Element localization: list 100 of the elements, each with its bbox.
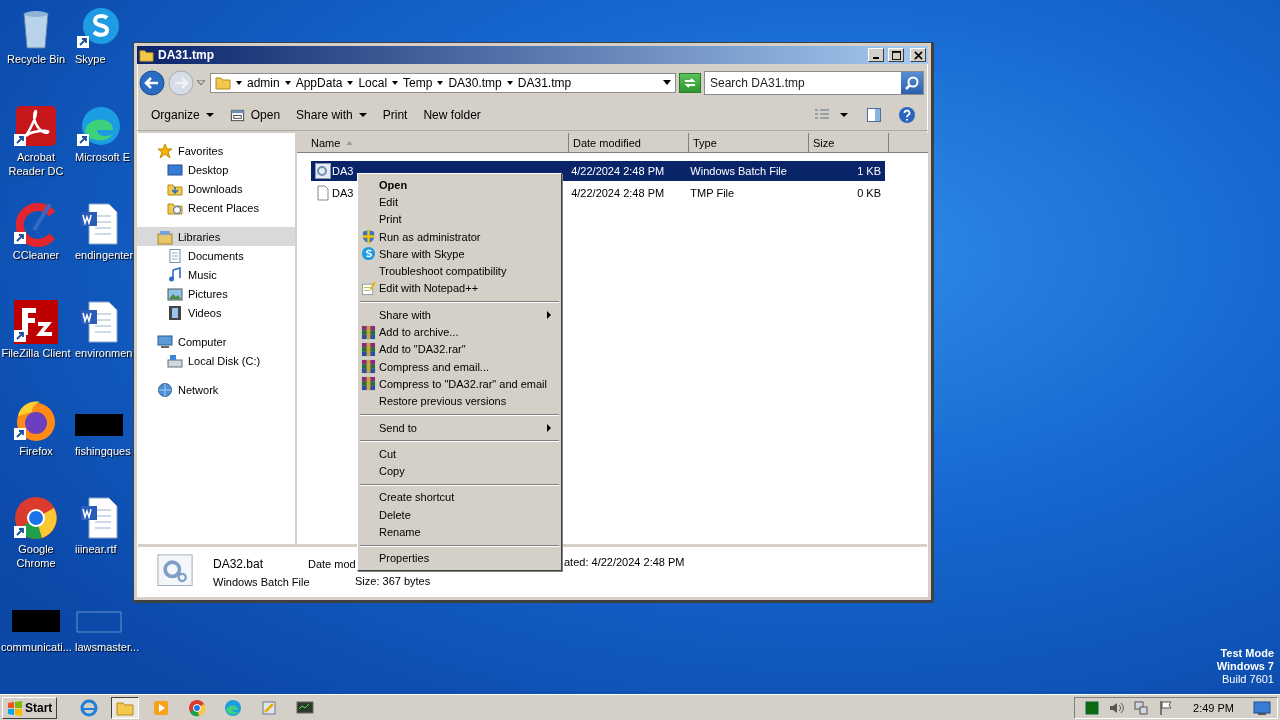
menu-item[interactable]: Edit with Notepad++ bbox=[360, 279, 559, 298]
breadcrumb-arrow-icon[interactable] bbox=[392, 80, 399, 86]
menu-item[interactable]: Send to bbox=[360, 418, 559, 437]
library-icon bbox=[157, 228, 173, 245]
nav-item[interactable]: Downloads bbox=[137, 179, 295, 198]
desktop-icon-label[interactable]: Skype bbox=[75, 52, 106, 66]
start-button[interactable]: Start bbox=[2, 696, 58, 719]
menu-item[interactable]: Share with bbox=[360, 306, 559, 324]
file-name[interactable]: DA3 bbox=[332, 165, 354, 177]
refresh-button[interactable] bbox=[679, 73, 701, 93]
menu-item[interactable]: Delete bbox=[360, 506, 559, 524]
menu-item[interactable]: Share with Skype bbox=[360, 245, 559, 263]
desktop-icon-label[interactable]: endingenter bbox=[75, 248, 134, 262]
menu-item[interactable]: Properties bbox=[360, 549, 559, 567]
file-size: Size: 367 bytes bbox=[355, 574, 431, 587]
breadcrumb-arrow-icon[interactable] bbox=[506, 80, 513, 86]
file-name[interactable]: DA3 bbox=[332, 187, 354, 199]
toolbar-button[interactable]: Print bbox=[376, 105, 414, 125]
menu-item[interactable]: Rename bbox=[360, 523, 559, 541]
column-header[interactable]: Type bbox=[689, 133, 809, 153]
breadcrumb-item[interactable]: admin bbox=[247, 76, 280, 90]
minimize-icon bbox=[873, 56, 879, 59]
back-button[interactable] bbox=[139, 70, 165, 96]
nav-item[interactable]: Music bbox=[137, 265, 295, 284]
desktop-icon-label[interactable]: environmen bbox=[75, 346, 133, 360]
nav-item[interactable]: Libraries bbox=[137, 227, 295, 246]
desktop-icon-label[interactable]: CCleaner bbox=[1, 248, 71, 262]
desktop-icon-label[interactable]: Microsoft E bbox=[75, 150, 130, 164]
status-square-icon[interactable] bbox=[1085, 700, 1100, 715]
desktop-icon-label[interactable]: lawsmaster... bbox=[75, 640, 140, 654]
breadcrumb-item[interactable]: DA31.tmp bbox=[517, 76, 572, 90]
maximize-button[interactable] bbox=[888, 48, 904, 62]
nav-item[interactable]: Favorites bbox=[137, 141, 295, 160]
minimize-button[interactable] bbox=[868, 48, 884, 62]
search-box[interactable]: Search DA31.tmp bbox=[704, 71, 924, 95]
menu-item[interactable]: Troubleshoot compatibility bbox=[360, 262, 559, 280]
desktop-icon bbox=[167, 161, 183, 178]
show-desktop-icon[interactable] bbox=[1253, 699, 1271, 716]
toolbar-button[interactable]: Open bbox=[223, 104, 287, 126]
desktop-icon-label[interactable]: Firefox bbox=[1, 444, 71, 458]
menu-item[interactable]: Print bbox=[360, 210, 559, 228]
address-bar[interactable]: admin AppData Local Temp DA30.tmp DA31.tmp bbox=[210, 73, 676, 93]
breadcrumb-arrow-icon[interactable] bbox=[347, 80, 354, 86]
breadcrumb-item[interactable]: AppData bbox=[295, 76, 343, 90]
column-header[interactable]: Name bbox=[297, 133, 569, 153]
nav-item[interactable]: Network bbox=[137, 380, 295, 399]
menu-item[interactable]: Compress and email... bbox=[360, 357, 559, 376]
breadcrumb-arrow-icon[interactable] bbox=[437, 80, 444, 86]
nav-item[interactable]: Documents bbox=[137, 246, 295, 265]
network-icon[interactable] bbox=[1133, 699, 1150, 716]
close-icon bbox=[913, 50, 923, 60]
menu-item[interactable]: Add to archive... bbox=[360, 323, 559, 341]
menu-item[interactable]: Edit bbox=[360, 193, 559, 211]
menu-item[interactable]: Cut bbox=[360, 445, 559, 463]
toolbar-menu-button[interactable]: Organize bbox=[145, 105, 220, 125]
nav-item[interactable]: Pictures bbox=[137, 284, 295, 303]
desktop-icon-label[interactable]: communicati... bbox=[1, 640, 71, 654]
videos-icon bbox=[167, 304, 183, 321]
folder-icon bbox=[139, 47, 154, 63]
menu-item[interactable]: Restore previous versions bbox=[360, 392, 559, 410]
desktop-icon-label[interactable]: fishingques bbox=[75, 444, 131, 458]
breadcrumb-item[interactable]: Temp bbox=[403, 76, 433, 90]
desktop-icon-label[interactable]: Acrobat Reader DC bbox=[1, 150, 71, 178]
desktop-icon-label[interactable]: Recycle Bin bbox=[1, 52, 71, 66]
menu-item[interactable]: Add to "DA32.rar" bbox=[360, 340, 559, 358]
close-button[interactable] bbox=[910, 48, 926, 62]
taskbar-app-button[interactable] bbox=[111, 696, 140, 719]
flag-icon[interactable] bbox=[1158, 699, 1175, 716]
chrome-icon[interactable] bbox=[12, 494, 60, 542]
toolbar-menu-button[interactable]: Share with bbox=[290, 105, 373, 125]
clock[interactable]: 2:49 PM bbox=[1193, 701, 1234, 714]
breadcrumb-item[interactable]: Local bbox=[358, 76, 388, 90]
nav-item[interactable]: Recent Places bbox=[137, 198, 295, 217]
menu-item[interactable]: Compress to "DA32.rar" and email bbox=[360, 375, 559, 393]
nav-item[interactable]: Computer bbox=[137, 332, 295, 351]
desktop-icon-label[interactable]: FileZilla Client bbox=[1, 346, 71, 360]
breadcrumb-item[interactable]: DA30.tmp bbox=[448, 76, 502, 90]
menu-item[interactable]: Copy bbox=[360, 462, 559, 480]
caret-icon[interactable] bbox=[840, 112, 848, 118]
dropdown-icon[interactable] bbox=[663, 80, 671, 86]
desktop-icon-label[interactable]: iiinear.rtf bbox=[75, 542, 117, 556]
menu-item[interactable]: Run as administrator bbox=[360, 227, 559, 246]
filezilla-icon[interactable] bbox=[12, 298, 60, 346]
column-header[interactable]: Date modified bbox=[569, 133, 689, 153]
desktop-icon-label[interactable]: Google Chrome bbox=[1, 542, 71, 570]
star-icon bbox=[157, 142, 173, 159]
system-info-text: Build 7601 bbox=[1222, 673, 1274, 686]
breadcrumb-arrow-icon[interactable] bbox=[236, 80, 242, 86]
menu-item[interactable]: Create shortcut bbox=[360, 488, 559, 507]
nav-item[interactable]: Videos bbox=[137, 303, 295, 322]
column-header[interactable]: Size bbox=[809, 133, 889, 153]
ie-icon bbox=[80, 698, 99, 717]
toolbar-button[interactable]: New folder bbox=[417, 105, 487, 125]
history-dropdown-icon[interactable] bbox=[197, 80, 205, 86]
system-info-text: Test Mode bbox=[1220, 647, 1274, 660]
nav-item[interactable]: Local Disk (C:) bbox=[137, 351, 295, 370]
nav-item[interactable]: Desktop bbox=[137, 160, 295, 179]
breadcrumb-arrow-icon[interactable] bbox=[284, 80, 291, 86]
computer-icon bbox=[157, 333, 173, 350]
documents-icon bbox=[167, 247, 183, 264]
